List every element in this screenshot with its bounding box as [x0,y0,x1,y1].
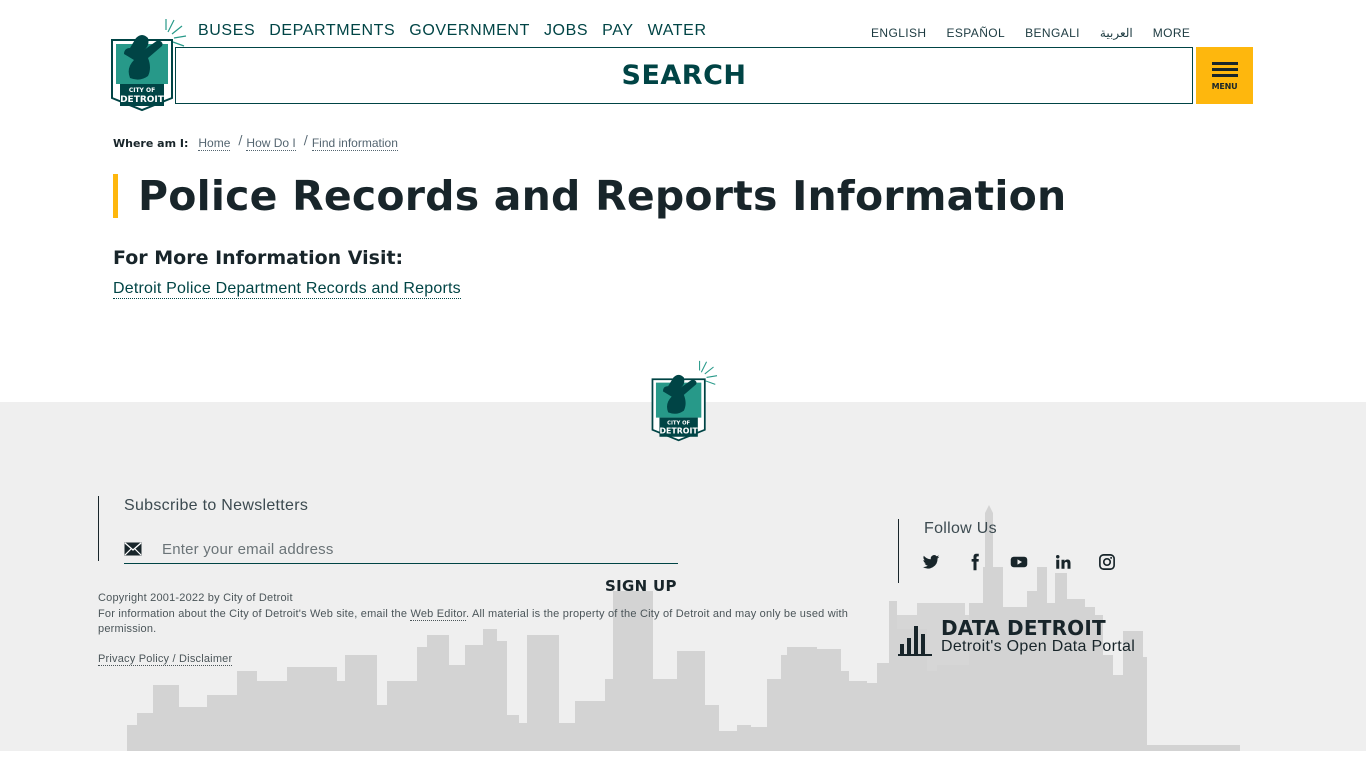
lang-espanol[interactable]: ESPAÑOL [946,26,1005,40]
bar-chart-icon [898,626,932,656]
nav-government[interactable]: GOVERNMENT [409,22,530,40]
breadcrumb: Where am I: Home / How Do I / Find infor… [113,133,398,151]
data-detroit-text: DATA DETROIT Detroit's Open Data Portal [941,618,1135,656]
search-label: SEARCH [621,60,747,91]
email-input[interactable] [162,540,642,558]
menu-button[interactable]: MENU [1196,47,1253,104]
language-selector: ENGLISH ESPAÑOL BENGALI العربية MORE [871,26,1190,40]
youtube-icon[interactable] [1010,551,1054,573]
subscribe-divider [98,496,99,561]
top-nav: BUSES DEPARTMENTS GOVERNMENT JOBS PAY WA… [198,22,707,40]
footer-logo-text-detroit: DETROIT [660,426,699,435]
breadcrumb-home[interactable]: Home [198,136,231,151]
nav-buses[interactable]: BUSES [198,22,255,40]
info-before: For information about the City of Detroi… [98,607,411,620]
nav-departments[interactable]: DEPARTMENTS [269,22,395,40]
follow-divider [898,519,899,583]
breadcrumb-how-do-i[interactable]: How Do I [246,136,296,151]
hamburger-icon-bar [1211,68,1238,71]
envelope-icon [124,542,142,556]
breadcrumb-find-information[interactable]: Find information [311,136,398,151]
lang-more[interactable]: MORE [1153,26,1191,40]
email-field-row [124,535,678,564]
social-links [922,551,1142,573]
subscribe-title: Subscribe to Newsletters [124,497,309,514]
footer [0,402,1366,751]
page-title: Police Records and Reports Information [138,172,1067,220]
data-detroit-title: DATA DETROIT [941,616,1106,640]
hamburger-icon [1211,62,1238,65]
instagram-icon[interactable] [1098,551,1142,573]
menu-label: MENU [1211,81,1238,91]
linkedin-icon[interactable] [1054,551,1098,573]
breadcrumb-separator: / [238,133,243,147]
nav-water[interactable]: WATER [648,22,707,40]
facebook-icon[interactable] [966,551,1010,573]
police-records-link[interactable]: Detroit Police Department Records and Re… [113,280,461,299]
data-detroit-subtitle: Detroit's Open Data Portal [941,638,1136,655]
follow-us-title: Follow Us [924,520,997,537]
breadcrumb-separator: / [303,133,308,147]
more-info-heading: For More Information Visit: [113,247,404,269]
lang-english[interactable]: ENGLISH [871,26,926,40]
copyright-line: Copyright 2001-2022 by City of Detroit [98,592,293,604]
data-detroit-link[interactable]: DATA DETROIT Detroit's Open Data Portal [898,618,1135,656]
web-editor-link[interactable]: Web Editor [410,607,467,621]
hamburger-icon-bar [1211,74,1238,77]
twitter-icon[interactable] [922,551,966,573]
breadcrumb-label: Where am I: [113,137,189,150]
privacy-policy-link[interactable]: Privacy Policy / Disclaimer [98,653,233,666]
logo-text-city: CITY OF [129,87,155,94]
lang-arabic[interactable]: العربية [1100,26,1133,40]
nav-pay[interactable]: PAY [602,22,633,40]
lang-bengali[interactable]: BENGALI [1025,26,1080,40]
footer-city-logo[interactable]: CITY OF DETROIT [646,360,720,442]
web-info-line: For information about the City of Detroi… [98,607,858,638]
nav-jobs[interactable]: JOBS [544,22,588,40]
search-button[interactable]: SEARCH [175,47,1193,104]
copyright-text: Copyright 2001-2022 by City of Detroit F… [98,591,858,638]
logo-text-detroit: DETROIT [120,95,165,105]
page-title-block: Police Records and Reports Information [113,172,1067,220]
